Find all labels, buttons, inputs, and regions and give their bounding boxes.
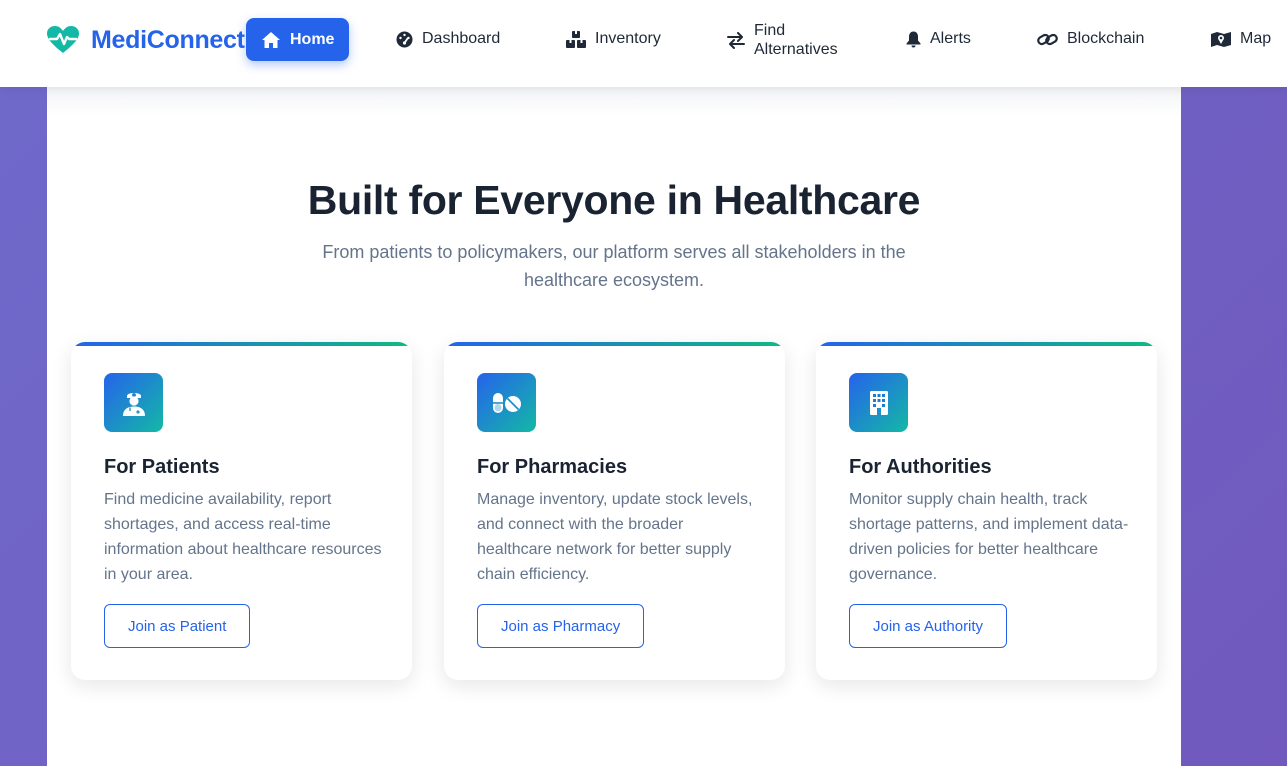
- section-subtitle: From patients to policymakers, our platf…: [322, 242, 906, 290]
- home-icon: [261, 31, 281, 49]
- card-accent-bar: [71, 342, 412, 346]
- pills-icon: [477, 373, 536, 432]
- nav-dashboard-label: Dashboard: [422, 30, 501, 47]
- panel-top-fade: [47, 87, 1181, 117]
- brand-name: MediConnect: [91, 25, 245, 54]
- nav-alerts-label: Alerts: [930, 30, 971, 47]
- section-title: Built for Everyone in Healthcare: [307, 177, 921, 223]
- top-navbar: MediConnect Home Dashboard Inventory Fin…: [0, 0, 1287, 87]
- nav-map-label: Map: [1240, 30, 1272, 47]
- card-description: Manage inventory, update stock levels, a…: [477, 491, 753, 583]
- exchange-icon: [727, 31, 745, 49]
- join-pharmacy-button[interactable]: Join as Pharmacy: [477, 604, 645, 648]
- join-authority-button[interactable]: Join as Authority: [849, 604, 1008, 648]
- nav-home[interactable]: Home: [246, 18, 350, 61]
- nav-blockchain-label: Blockchain: [1067, 30, 1145, 47]
- nav-find-alternatives-label: Find Alternatives: [754, 22, 838, 58]
- bell-icon: [906, 31, 921, 48]
- card-description: Monitor supply chain health, track short…: [849, 491, 1129, 583]
- card-title: For Pharmacies: [477, 456, 628, 478]
- nav-map[interactable]: Map: [1211, 30, 1271, 48]
- card-title: For Patients: [104, 456, 220, 478]
- link-icon: [1037, 31, 1058, 48]
- join-patient-button[interactable]: Join as Patient: [104, 604, 251, 648]
- dashboard-icon: [396, 31, 413, 48]
- doctor-icon: [104, 373, 163, 432]
- card-accent-bar: [444, 342, 785, 346]
- nav-inventory-label: Inventory: [595, 30, 661, 47]
- nav-blockchain[interactable]: Blockchain: [1037, 30, 1144, 48]
- nav-home-label: Home: [290, 30, 335, 48]
- nav-alerts[interactable]: Alerts: [906, 30, 971, 48]
- card-authorities: For Authorities Monitor supply chain hea…: [816, 342, 1157, 680]
- boxes-icon: [566, 30, 586, 48]
- map-icon: [1211, 31, 1231, 48]
- card-pharmacies: For Pharmacies Manage inventory, update …: [444, 342, 785, 680]
- nav-find-alternatives[interactable]: Find Alternatives: [727, 21, 838, 59]
- heartbeat-icon: [47, 26, 79, 54]
- nav-dashboard[interactable]: Dashboard: [396, 30, 500, 48]
- main-panel: Built for Everyone in Healthcare From pa…: [47, 87, 1181, 766]
- nav-inventory[interactable]: Inventory: [566, 30, 661, 48]
- brand-logo[interactable]: MediConnect: [47, 24, 245, 56]
- card-accent-bar: [816, 342, 1157, 346]
- card-description: Find medicine availability, report short…: [104, 491, 382, 583]
- card-title: For Authorities: [849, 456, 992, 478]
- hospital-icon: [849, 373, 908, 432]
- card-patients: For Patients Find medicine availability,…: [71, 342, 412, 680]
